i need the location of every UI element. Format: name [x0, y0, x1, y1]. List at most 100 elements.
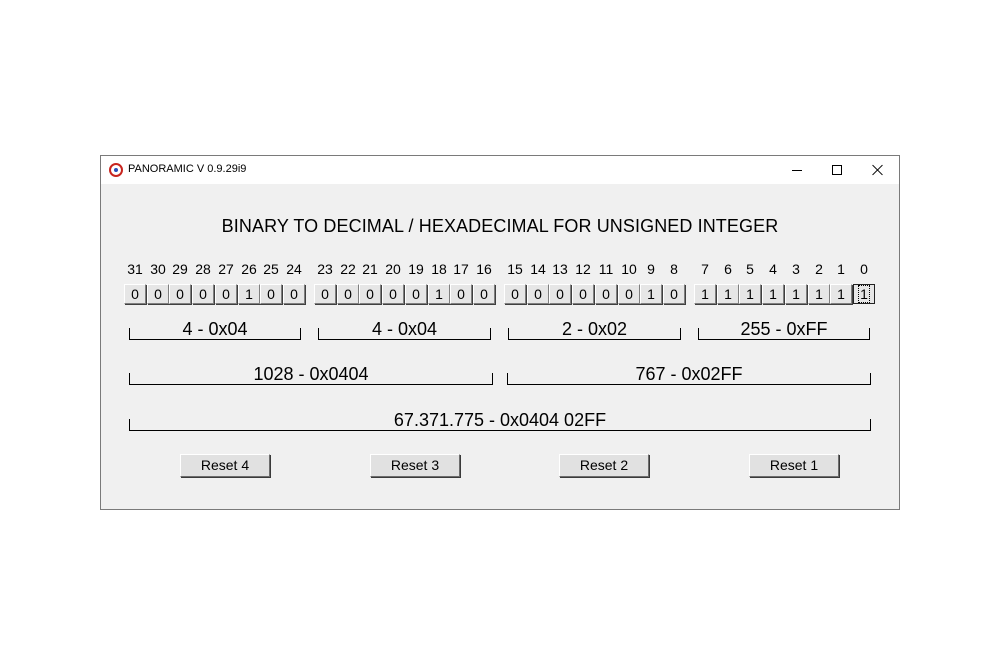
bit-toggle-button[interactable]: 0 — [663, 284, 685, 304]
bit-toggle-button[interactable]: 1 — [717, 284, 739, 304]
bit-value: 1 — [792, 286, 800, 302]
bit-value: 0 — [176, 286, 184, 302]
bit-toggle-button[interactable]: 0 — [215, 284, 237, 304]
bit-position-label: 19 — [408, 261, 424, 277]
bit-toggle-button[interactable]: 0 — [359, 284, 381, 304]
bit-position-label: 15 — [507, 261, 523, 277]
reset-3-button[interactable]: Reset 3 — [370, 454, 460, 477]
bit-position-label: 3 — [792, 261, 800, 277]
bit-toggle-button[interactable]: 0 — [527, 284, 549, 304]
bit-toggle-button[interactable]: 0 — [260, 284, 282, 304]
bit-value: 1 — [647, 286, 655, 302]
bit-toggle-button[interactable]: 0 — [283, 284, 305, 304]
bit-position-label: 8 — [670, 261, 678, 277]
bit-value: 0 — [534, 286, 542, 302]
bit-value: 1 — [701, 286, 709, 302]
bit-toggle-button[interactable]: 0 — [169, 284, 191, 304]
bit-position-label: 10 — [621, 261, 637, 277]
reset-4-button[interactable]: Reset 4 — [180, 454, 270, 477]
bit-value: 0 — [199, 286, 207, 302]
bit-toggle-button[interactable]: 0 — [314, 284, 336, 304]
bit-position-label: 0 — [860, 261, 868, 277]
bit-value: 1 — [724, 286, 732, 302]
bit-toggle-button[interactable]: 1 — [238, 284, 260, 304]
bit-position-label: 21 — [362, 261, 378, 277]
bit-position-label: 20 — [385, 261, 401, 277]
bit-value: 0 — [389, 286, 397, 302]
bit-position-label: 16 — [476, 261, 492, 277]
bit-position-label: 30 — [150, 261, 166, 277]
bit-position-label: 27 — [218, 261, 234, 277]
bit-position-label: 14 — [530, 261, 546, 277]
bit-position-label: 5 — [746, 261, 754, 277]
bit-value: 1 — [769, 286, 777, 302]
bit-value: 1 — [746, 286, 754, 302]
bit-toggle-button[interactable]: 0 — [147, 284, 169, 304]
bit-position-label: 12 — [575, 261, 591, 277]
byte-value-1: 255 - 0xFF — [740, 319, 828, 339]
bit-toggle-button[interactable]: 1 — [785, 284, 807, 304]
bit-position-label: 18 — [431, 261, 447, 277]
bit-value: 0 — [602, 286, 610, 302]
window-title: PANORAMIC V 0.9.29i9 — [128, 163, 247, 175]
bit-toggle-button[interactable]: 0 — [595, 284, 617, 304]
bit-value: 0 — [511, 286, 519, 302]
bit-toggle-button[interactable]: 0 — [549, 284, 571, 304]
maximize-button[interactable] — [817, 156, 857, 184]
bit-toggle-button[interactable]: 0 — [473, 284, 495, 304]
bit-value: 0 — [290, 286, 298, 302]
bit-value: 0 — [222, 286, 230, 302]
bit-value: 0 — [366, 286, 374, 302]
bit-value: 0 — [344, 286, 352, 302]
bit-toggle-button[interactable]: 1 — [694, 284, 716, 304]
close-button[interactable] — [858, 156, 898, 184]
bit-toggle-button[interactable]: 1 — [739, 284, 761, 304]
bit-position-label: 24 — [286, 261, 302, 277]
bit-value: 0 — [457, 286, 465, 302]
app-window: PANORAMIC V 0.9.29i9 BINARY TO DECIMAL /… — [100, 155, 900, 510]
reset-1-button[interactable]: Reset 1 — [749, 454, 839, 477]
bit-value: 0 — [556, 286, 564, 302]
bit-position-label: 26 — [241, 261, 257, 277]
bit-value: 0 — [670, 286, 678, 302]
bit-toggle-button[interactable]: 0 — [124, 284, 146, 304]
bit-value: 0 — [625, 286, 633, 302]
page-heading: BINARY TO DECIMAL / HEXADECIMAL FOR UNSI… — [221, 216, 779, 236]
bit-value: 1 — [815, 286, 823, 302]
word-value-high: 1028 - 0x0404 — [253, 364, 369, 384]
bit-position-label: 4 — [769, 261, 777, 277]
bit-toggle-button[interactable]: 1 — [640, 284, 662, 304]
bit-value: 0 — [579, 286, 587, 302]
bit-toggle-button[interactable]: 1 — [808, 284, 830, 304]
bit-value: 1 — [435, 286, 443, 302]
bit-position-label: 23 — [317, 261, 333, 277]
bit-value: 1 — [245, 286, 253, 302]
bit-position-label: 9 — [647, 261, 655, 277]
bit-toggle-button[interactable]: 1 — [428, 284, 450, 304]
byte-value-3: 4 - 0x04 — [371, 319, 438, 339]
reset-2-button[interactable]: Reset 2 — [559, 454, 649, 477]
bit-toggle-button[interactable]: 0 — [504, 284, 526, 304]
word-value-low: 767 - 0x02FF — [635, 364, 743, 384]
bit-toggle-button[interactable]: 0 — [405, 284, 427, 304]
bit-toggle-button[interactable]: 1 — [830, 284, 852, 304]
bit-value: 1 — [837, 286, 845, 302]
bit-position-label: 28 — [195, 261, 211, 277]
bit-value: 0 — [131, 286, 139, 302]
bit-toggle-button[interactable]: 1 — [762, 284, 784, 304]
bit-position-label: 31 — [127, 261, 143, 277]
minimize-button[interactable] — [777, 156, 817, 184]
bit-toggle-button[interactable]: 1 — [853, 284, 875, 304]
bit-toggle-button[interactable]: 0 — [618, 284, 640, 304]
bit-toggle-button[interactable]: 0 — [192, 284, 214, 304]
bit-value: 0 — [321, 286, 329, 302]
bit-position-label: 25 — [263, 261, 279, 277]
bit-toggle-button[interactable]: 0 — [450, 284, 472, 304]
bit-toggle-button[interactable]: 0 — [572, 284, 594, 304]
bit-value: 0 — [480, 286, 488, 302]
bit-toggle-button[interactable]: 0 — [337, 284, 359, 304]
title-bar[interactable]: PANORAMIC V 0.9.29i9 — [101, 156, 899, 184]
bit-position-label: 17 — [453, 261, 469, 277]
bit-toggle-button[interactable]: 0 — [382, 284, 404, 304]
bit-value: 0 — [154, 286, 162, 302]
